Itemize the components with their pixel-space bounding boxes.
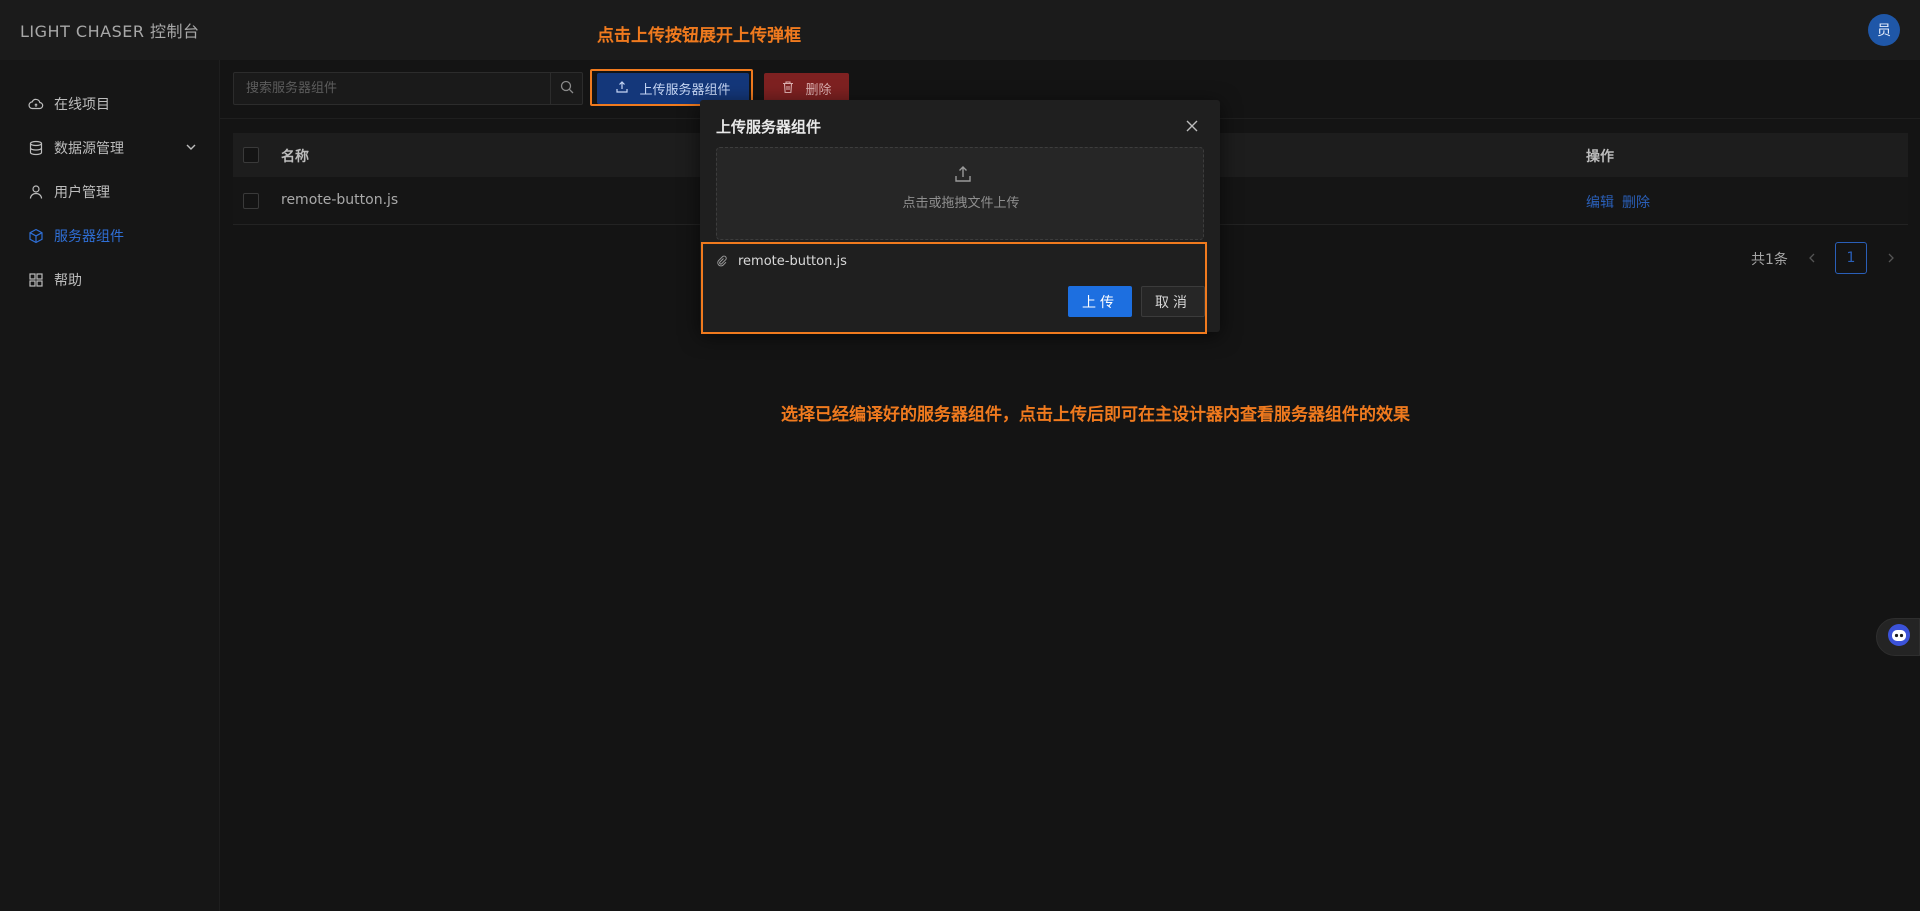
database-icon bbox=[28, 140, 44, 156]
sidebar-item-server-components[interactable]: 服务器组件 bbox=[0, 216, 220, 256]
sidebar-item-users[interactable]: 用户管理 bbox=[0, 172, 220, 212]
app-header: LIGHT CHASER 控制台 员 bbox=[0, 0, 1920, 60]
column-header-actions: 操作 bbox=[1586, 149, 1614, 165]
chevron-left-icon[interactable] bbox=[1805, 250, 1819, 264]
select-all-checkbox[interactable] bbox=[243, 147, 259, 163]
sidebar-item-label: 在线项目 bbox=[54, 97, 110, 113]
sidebar-item-help[interactable]: 帮助 bbox=[0, 260, 220, 300]
sidebar-item-datasource[interactable]: 数据源管理 bbox=[0, 128, 220, 168]
modal-title: 上传服务器组件 bbox=[716, 118, 822, 136]
delete-link[interactable]: 删除 bbox=[1622, 192, 1650, 212]
annotation-top: 点击上传按钮展开上传弹框 bbox=[597, 26, 801, 46]
search-button[interactable] bbox=[550, 73, 582, 104]
chevron-down-icon[interactable] bbox=[184, 140, 198, 154]
row-checkbox[interactable] bbox=[243, 193, 259, 209]
close-icon[interactable] bbox=[1184, 118, 1200, 134]
upload-modal: 上传服务器组件 点击或拖拽文件上传 remote-button.js 上传 取消 bbox=[700, 100, 1220, 332]
pagination-total: 共1条 bbox=[1751, 252, 1788, 268]
column-header-name: 名称 bbox=[281, 149, 309, 165]
sidebar-item-label: 服务器组件 bbox=[54, 229, 124, 245]
robot-icon bbox=[1887, 623, 1911, 651]
selected-file-item: remote-button.js bbox=[716, 252, 847, 271]
search-input[interactable] bbox=[234, 73, 552, 104]
cube-icon bbox=[28, 228, 44, 244]
sidebar: 在线项目 数据源管理 用户管理 服务器组件 帮助 bbox=[0, 60, 220, 911]
upload-submit-button[interactable]: 上传 bbox=[1068, 286, 1132, 317]
dropzone-text: 点击或拖拽文件上传 bbox=[902, 196, 1020, 211]
app-title: LIGHT CHASER 控制台 bbox=[20, 22, 200, 41]
sidebar-item-label: 用户管理 bbox=[54, 185, 110, 201]
sidebar-item-label: 帮助 bbox=[54, 273, 82, 289]
row-name: remote-button.js bbox=[281, 192, 399, 208]
file-name: remote-button.js bbox=[738, 254, 847, 269]
upload-icon bbox=[615, 80, 629, 98]
sidebar-item-label: 数据源管理 bbox=[54, 141, 124, 157]
chevron-right-icon[interactable] bbox=[1884, 250, 1898, 264]
search-box bbox=[233, 72, 583, 105]
search-icon bbox=[560, 79, 574, 98]
assistant-float-button[interactable] bbox=[1876, 618, 1920, 656]
annotation-middle: 选择已经编译好的服务器组件，点击上传后即可在主设计器内查看服务器组件的效果 bbox=[781, 405, 1410, 425]
cloud-icon bbox=[28, 96, 44, 112]
sidebar-item-online-projects[interactable]: 在线项目 bbox=[0, 84, 220, 124]
cancel-button[interactable]: 取消 bbox=[1141, 286, 1205, 317]
edit-link[interactable]: 编辑 bbox=[1586, 192, 1614, 212]
delete-button-label: 删除 bbox=[805, 83, 832, 98]
avatar[interactable]: 员 bbox=[1868, 14, 1900, 46]
pagination-page-current[interactable]: 1 bbox=[1835, 242, 1867, 274]
upload-icon bbox=[953, 164, 973, 184]
user-icon bbox=[28, 184, 44, 200]
paperclip-icon bbox=[716, 252, 728, 271]
upload-dropzone[interactable]: 点击或拖拽文件上传 bbox=[716, 147, 1204, 240]
trash-icon bbox=[781, 80, 795, 98]
apps-icon bbox=[28, 272, 44, 288]
upload-button-label: 上传服务器组件 bbox=[639, 83, 731, 98]
